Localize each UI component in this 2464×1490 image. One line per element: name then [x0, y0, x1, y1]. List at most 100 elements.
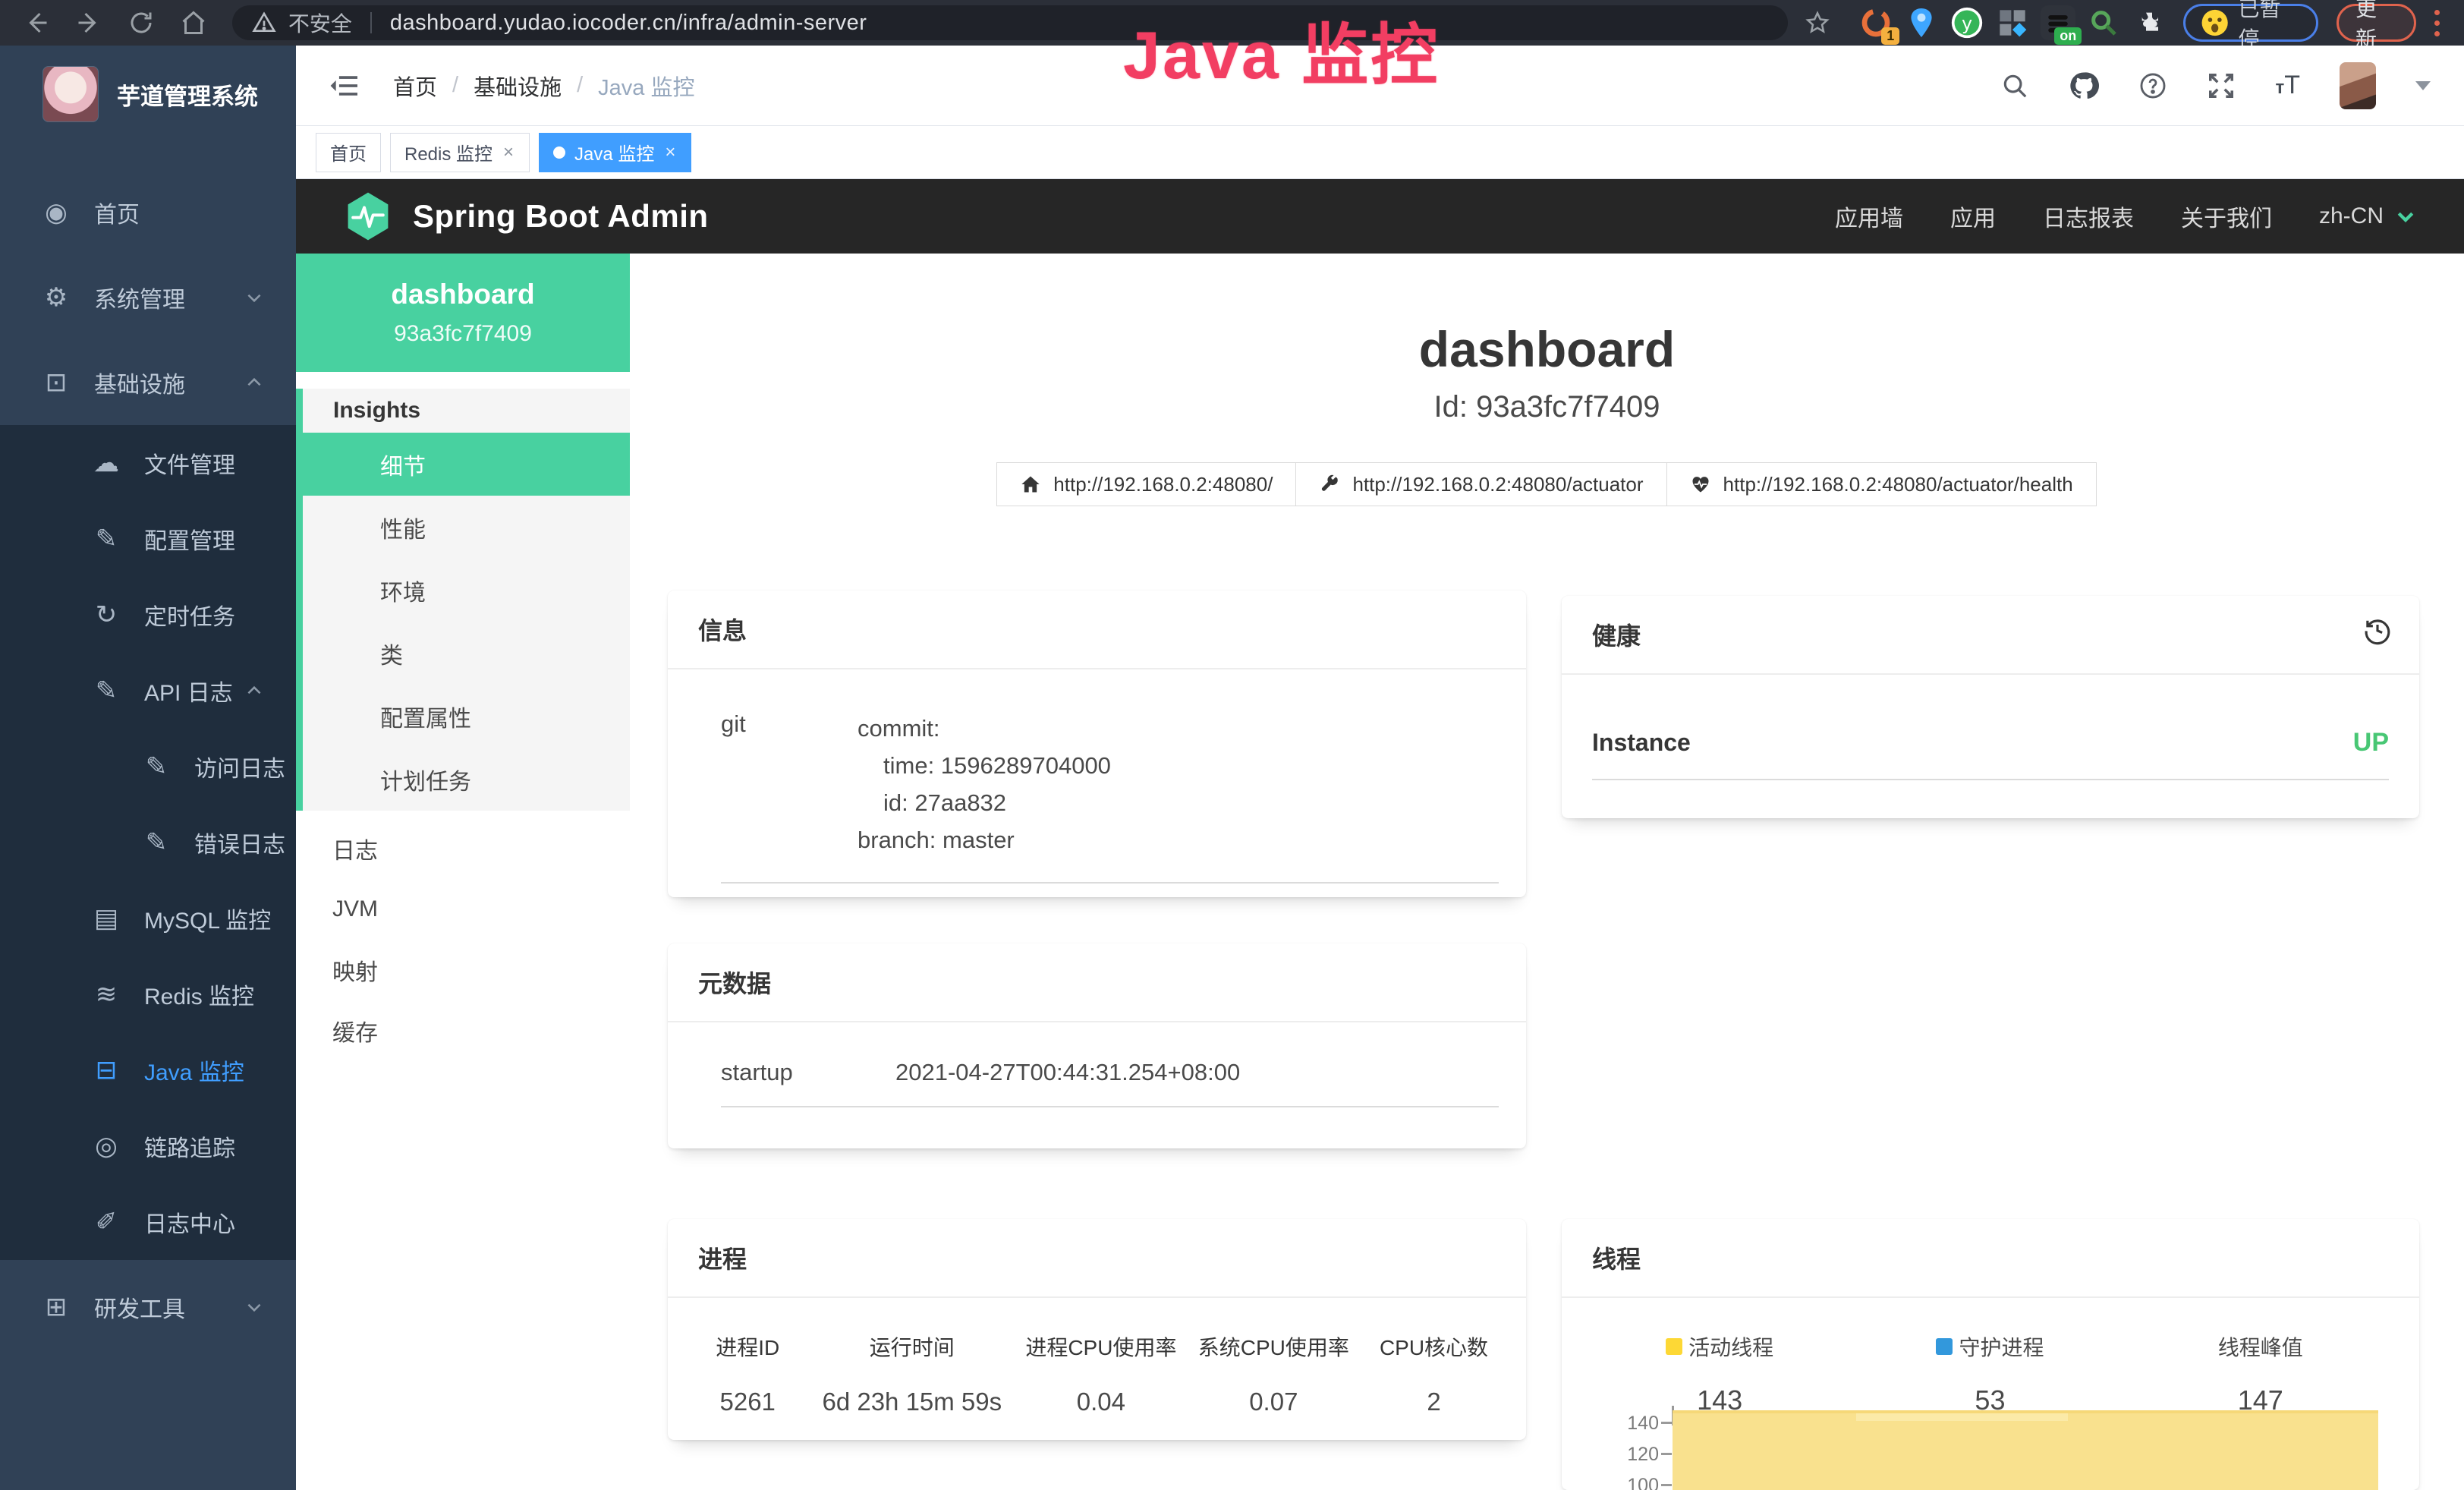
- sba-menu-mappings[interactable]: 映射: [296, 940, 630, 1000]
- sidebar-item-infra[interactable]: ⊡ 基础设施: [0, 340, 296, 425]
- bookmark-star-icon[interactable]: [1794, 5, 1840, 41]
- extension-colorzilla-icon[interactable]: 1: [1858, 5, 1893, 40]
- sba-header: Spring Boot Admin 应用墙 应用 日志报表 关于我们 zh-CN: [296, 179, 2464, 254]
- sidebar-item-scheduled-jobs[interactable]: ↻ 定时任务: [0, 577, 296, 653]
- extension-magnifier-icon[interactable]: [2086, 5, 2121, 40]
- service-url-link[interactable]: http://192.168.0.2:48080/: [996, 462, 1296, 506]
- github-icon[interactable]: [2069, 71, 2099, 101]
- sba-menu-classes[interactable]: 类: [303, 622, 630, 685]
- sba-language-select[interactable]: zh-CN: [2319, 203, 2417, 229]
- screen: 不安全 dashboard.yudao.iocoder.cn/infra/adm…: [0, 0, 2464, 1490]
- sba-menu-metrics[interactable]: 性能: [303, 496, 630, 559]
- sidebar-item-api-log[interactable]: ✎ API 日志: [0, 653, 296, 729]
- y-tick-120: 120: [1568, 1444, 1659, 1466]
- history-icon[interactable]: [2362, 614, 2393, 646]
- eye-icon: ◎: [90, 1131, 123, 1161]
- sidebar-item-home[interactable]: ◉ 首页: [0, 170, 296, 255]
- chevron-down-icon: [2394, 205, 2417, 228]
- tab-home[interactable]: 首页: [316, 133, 381, 172]
- monitor-icon: ⊡: [39, 367, 73, 398]
- fullscreen-icon[interactable]: [2207, 71, 2236, 100]
- sba-instance-box[interactable]: dashboard 93a3fc7f7409: [296, 254, 630, 372]
- sidebar-item-config-manage[interactable]: ✎ 配置管理: [0, 501, 296, 577]
- sba-main: dashboard Id: 93a3fc7f7409 http://192.16…: [630, 254, 2464, 1490]
- sba-menu-config-props[interactable]: 配置属性: [303, 685, 630, 748]
- sidebar-fold-icon[interactable]: [329, 73, 360, 99]
- browser-menu-icon[interactable]: [2434, 10, 2440, 36]
- sba-brand[interactable]: Spring Boot Admin: [343, 191, 709, 241]
- search-icon[interactable]: [2000, 71, 2029, 100]
- sba-menu-details[interactable]: 细节: [303, 433, 630, 496]
- breadcrumb-home[interactable]: 首页: [393, 70, 437, 102]
- user-caret-icon[interactable]: [2415, 81, 2431, 90]
- sidebar-item-trace[interactable]: ◎ 链路追踪: [0, 1108, 296, 1184]
- info-card-title: 信息: [668, 591, 1526, 669]
- sidebar-item-log-center[interactable]: ✐ 日志中心: [0, 1184, 296, 1260]
- breadcrumb: 首页 / 基础设施 / Java 监控: [393, 70, 694, 102]
- sba-insights-section: Insights 细节 性能 环境 类 配置属性 计划任务: [296, 389, 630, 811]
- user-avatar[interactable]: [2340, 62, 2376, 109]
- extension-puzzle-icon[interactable]: [2132, 5, 2167, 40]
- threads-legend: 活动线程 143 守护进程 53 线程峰值 147: [1562, 1298, 2419, 1416]
- forward-icon[interactable]: [66, 5, 112, 41]
- breadcrumb-infra[interactable]: 基础设施: [474, 70, 562, 102]
- back-icon[interactable]: [14, 5, 60, 41]
- sba-menu-jvm[interactable]: JVM: [296, 879, 630, 940]
- sidebar-item-dev-tools[interactable]: ⊞ 研发工具: [0, 1265, 296, 1350]
- sidebar-item-file-manage[interactable]: ☁ 文件管理: [0, 425, 296, 501]
- font-size-icon[interactable]: тT: [2275, 71, 2300, 100]
- briefcase-icon: ⊞: [39, 1292, 73, 1322]
- sidebar-item-java-monitor[interactable]: ⊟ Java 监控: [0, 1032, 296, 1108]
- home-icon: [1020, 474, 1041, 495]
- home-icon[interactable]: [171, 5, 217, 41]
- sidebar-item-access-log[interactable]: ✎ 访问日志: [0, 729, 296, 805]
- close-icon[interactable]: ×: [663, 142, 677, 163]
- legend-daemon-threads: 守护进程 53: [1855, 1331, 2125, 1416]
- history-icon: ↻: [90, 600, 123, 630]
- help-icon[interactable]: [2138, 71, 2167, 100]
- tab-redis-monitor[interactable]: Redis 监控 ×: [390, 133, 530, 172]
- metadata-card-title: 元数据: [668, 943, 1526, 1022]
- address-bar[interactable]: 不安全 dashboard.yudao.iocoder.cn/infra/adm…: [232, 5, 1788, 40]
- sidebar-item-mysql-monitor[interactable]: ▤ MySQL 监控: [0, 880, 296, 956]
- java-monitor-icon: ⊟: [90, 1055, 123, 1085]
- reload-icon[interactable]: [118, 5, 165, 41]
- sidebar-item-system[interactable]: ⚙ 系统管理: [0, 255, 296, 340]
- health-instance-label: Instance: [1592, 729, 1691, 757]
- url-text[interactable]: dashboard.yudao.iocoder.cn/infra/admin-s…: [390, 11, 867, 36]
- tab-java-monitor[interactable]: Java 监控 ×: [539, 133, 691, 172]
- paused-extension-pill[interactable]: 已暂停: [2183, 4, 2318, 42]
- close-icon[interactable]: ×: [502, 142, 515, 163]
- health-instance-row[interactable]: Instance UP: [1592, 705, 2389, 780]
- sidebar-item-error-log[interactable]: ✎ 错误日志: [0, 805, 296, 880]
- sba-menu-scheduled-tasks[interactable]: 计划任务: [303, 748, 630, 811]
- info-git-row: git commit: time: 1596289704000 id: 27aa…: [721, 669, 1499, 884]
- app-logo-row[interactable]: 芋道管理系统: [0, 46, 296, 143]
- sba-nav-journal[interactable]: 日志报表: [2043, 200, 2134, 233]
- sba-nav-applications[interactable]: 应用: [1950, 200, 1996, 233]
- sba-menu-logs[interactable]: 日志: [296, 818, 630, 879]
- sidebar-item-redis-monitor[interactable]: ≋ Redis 监控: [0, 956, 296, 1032]
- sba-menu-environment[interactable]: 环境: [303, 559, 630, 622]
- tag-view-bar: 首页 Redis 监控 × Java 监控 ×: [296, 125, 2464, 179]
- process-card-title: 进程: [668, 1219, 1526, 1298]
- breadcrumb-current: Java 监控: [598, 70, 694, 102]
- sba-instance-id: 93a3fc7f7409: [296, 321, 630, 347]
- extension-grid-icon[interactable]: [1995, 5, 2030, 40]
- edit-square-icon: ✎: [140, 827, 173, 858]
- metadata-card: 元数据 startup 2021-04-27T00:44:31.254+08:0…: [668, 943, 1526, 1148]
- actuator-url-link[interactable]: http://192.168.0.2:48080/actuator: [1295, 462, 1666, 506]
- extension-y-circle-icon[interactable]: y: [1949, 5, 1984, 40]
- sba-instance-name: dashboard: [296, 279, 630, 310]
- update-button[interactable]: 更新: [2337, 4, 2416, 42]
- cloud-icon: ☁: [90, 448, 123, 478]
- extension-tampermonkey-icon[interactable]: on: [2041, 5, 2075, 40]
- health-card-title: 健康: [1592, 622, 1641, 650]
- health-url-link[interactable]: http://192.168.0.2:48080/actuator/health: [1666, 462, 2097, 506]
- instance-title: dashboard: [630, 320, 2464, 378]
- extension-pin-icon[interactable]: [1904, 5, 1939, 40]
- sba-menu-caches[interactable]: 缓存: [296, 1000, 630, 1061]
- sba-nav-about[interactable]: 关于我们: [2181, 200, 2272, 233]
- sba-nav-wallboard[interactable]: 应用墙: [1835, 200, 1903, 233]
- table-icon: ▤: [90, 903, 123, 934]
